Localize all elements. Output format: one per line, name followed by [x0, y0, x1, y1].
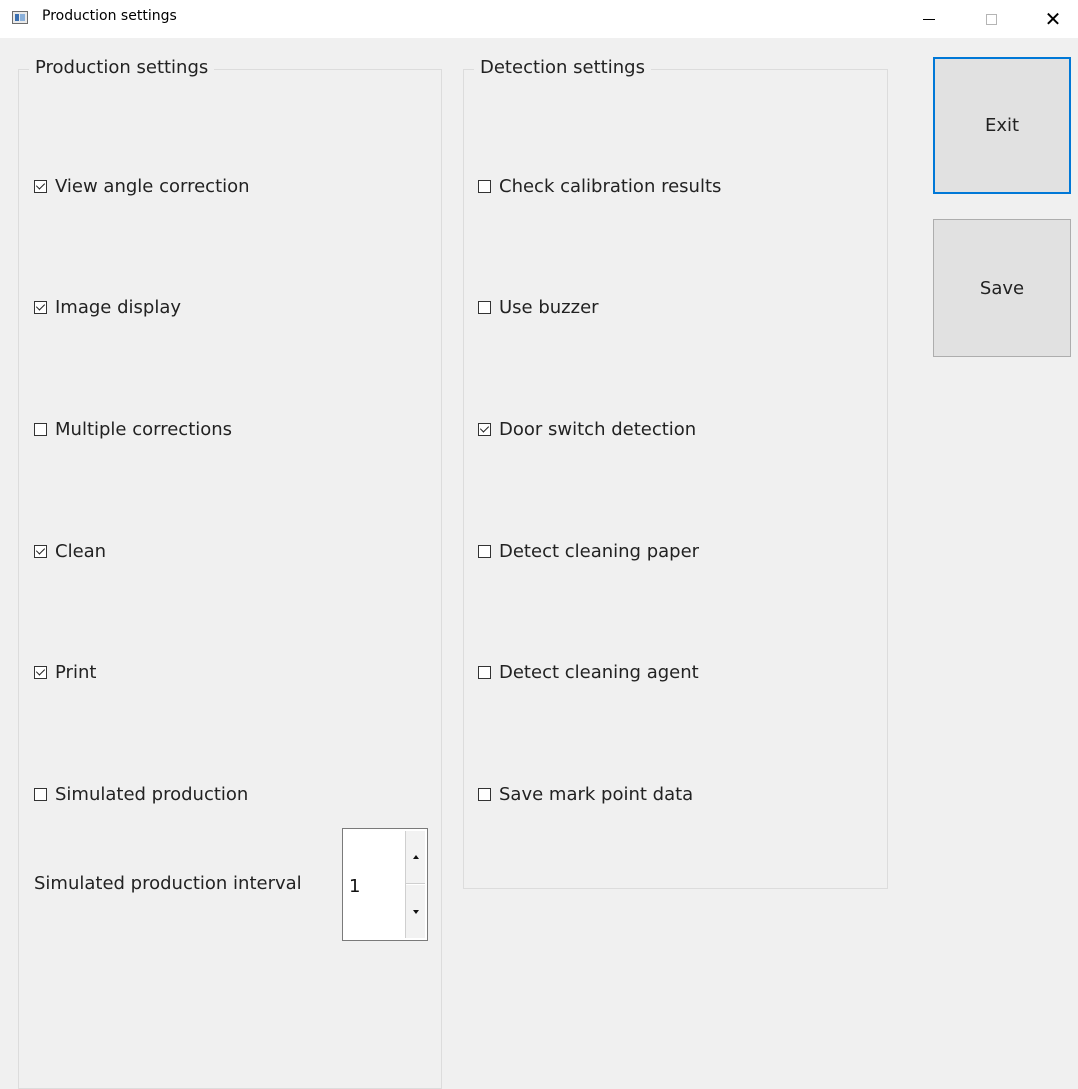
close-button[interactable]: ✕ — [1030, 0, 1076, 38]
use-buzzer-checkbox[interactable]: Use buzzer — [478, 297, 599, 318]
checkbox-checked-icon[interactable] — [34, 545, 47, 558]
save-mark-point-data-checkbox[interactable]: Save mark point data — [478, 784, 693, 805]
app-icon — [12, 11, 28, 24]
check-calibration-results-checkbox[interactable]: Check calibration results — [478, 176, 721, 197]
exit-button[interactable]: Exit — [933, 57, 1071, 194]
maximize-button[interactable] — [968, 0, 1014, 38]
checkbox-label: Door switch detection — [499, 419, 697, 440]
window-title: Production settings — [42, 8, 177, 24]
print-checkbox[interactable]: Print — [34, 662, 96, 683]
checkbox-label: Multiple corrections — [55, 419, 233, 440]
checkbox-unchecked-icon[interactable] — [34, 423, 47, 436]
checkbox-unchecked-icon[interactable] — [478, 180, 491, 193]
checkbox-checked-icon[interactable] — [34, 301, 47, 314]
save-button[interactable]: Save — [933, 219, 1071, 357]
spinbox-arrows — [405, 831, 425, 938]
minimize-icon — [923, 18, 935, 20]
checkbox-unchecked-icon[interactable] — [478, 788, 491, 801]
checkbox-label: Detect cleaning agent — [499, 662, 699, 683]
arrow-up-icon — [412, 855, 419, 859]
checkbox-label: Clean — [55, 541, 107, 562]
arrow-down-icon — [412, 909, 419, 914]
simulated-production-interval-spinbox[interactable]: 1 — [342, 828, 428, 941]
maximize-icon — [985, 13, 997, 25]
checkbox-label: Simulated production — [55, 784, 249, 805]
spinbox-value[interactable]: 1 — [349, 876, 360, 897]
checkbox-unchecked-icon[interactable] — [478, 301, 491, 314]
view-angle-correction-checkbox[interactable]: View angle correction — [34, 176, 250, 197]
simulated-production-interval-label: Simulated production interval — [34, 873, 302, 894]
detection-settings-group: Detection settings Check calibration res… — [463, 57, 888, 889]
checkbox-label: Check calibration results — [499, 176, 722, 197]
checkbox-checked-icon[interactable] — [34, 180, 47, 193]
checkbox-label: View angle correction — [55, 176, 250, 197]
spin-down-button[interactable] — [406, 885, 425, 938]
checkbox-label: Print — [55, 662, 97, 683]
clean-checkbox[interactable]: Clean — [34, 541, 106, 562]
spin-up-button[interactable] — [406, 831, 425, 884]
image-display-checkbox[interactable]: Image display — [34, 297, 181, 318]
checkbox-label: Save mark point data — [499, 784, 694, 805]
checkbox-checked-icon[interactable] — [34, 666, 47, 679]
production-settings-title: Production settings — [29, 57, 215, 78]
dialog-content: Production settings View angle correctio… — [8, 38, 1078, 1089]
checkbox-unchecked-icon[interactable] — [34, 788, 47, 801]
checkbox-label: Detect cleaning paper — [499, 541, 700, 562]
checkbox-label: Image display — [55, 297, 182, 318]
multiple-corrections-checkbox[interactable]: Multiple corrections — [34, 419, 232, 440]
checkbox-label: Use buzzer — [499, 297, 599, 318]
detect-cleaning-agent-checkbox[interactable]: Detect cleaning agent — [478, 662, 699, 683]
door-switch-detection-checkbox[interactable]: Door switch detection — [478, 419, 696, 440]
checkbox-checked-icon[interactable] — [478, 423, 491, 436]
close-icon: ✕ — [1044, 7, 1062, 31]
checkbox-unchecked-icon[interactable] — [478, 545, 491, 558]
checkbox-unchecked-icon[interactable] — [478, 666, 491, 679]
minimize-button[interactable] — [906, 0, 952, 38]
detection-settings-title: Detection settings — [474, 57, 651, 78]
simulated-production-checkbox[interactable]: Simulated production — [34, 784, 248, 805]
title-bar: Production settings ✕ — [0, 0, 1078, 38]
detect-cleaning-paper-checkbox[interactable]: Detect cleaning paper — [478, 541, 699, 562]
